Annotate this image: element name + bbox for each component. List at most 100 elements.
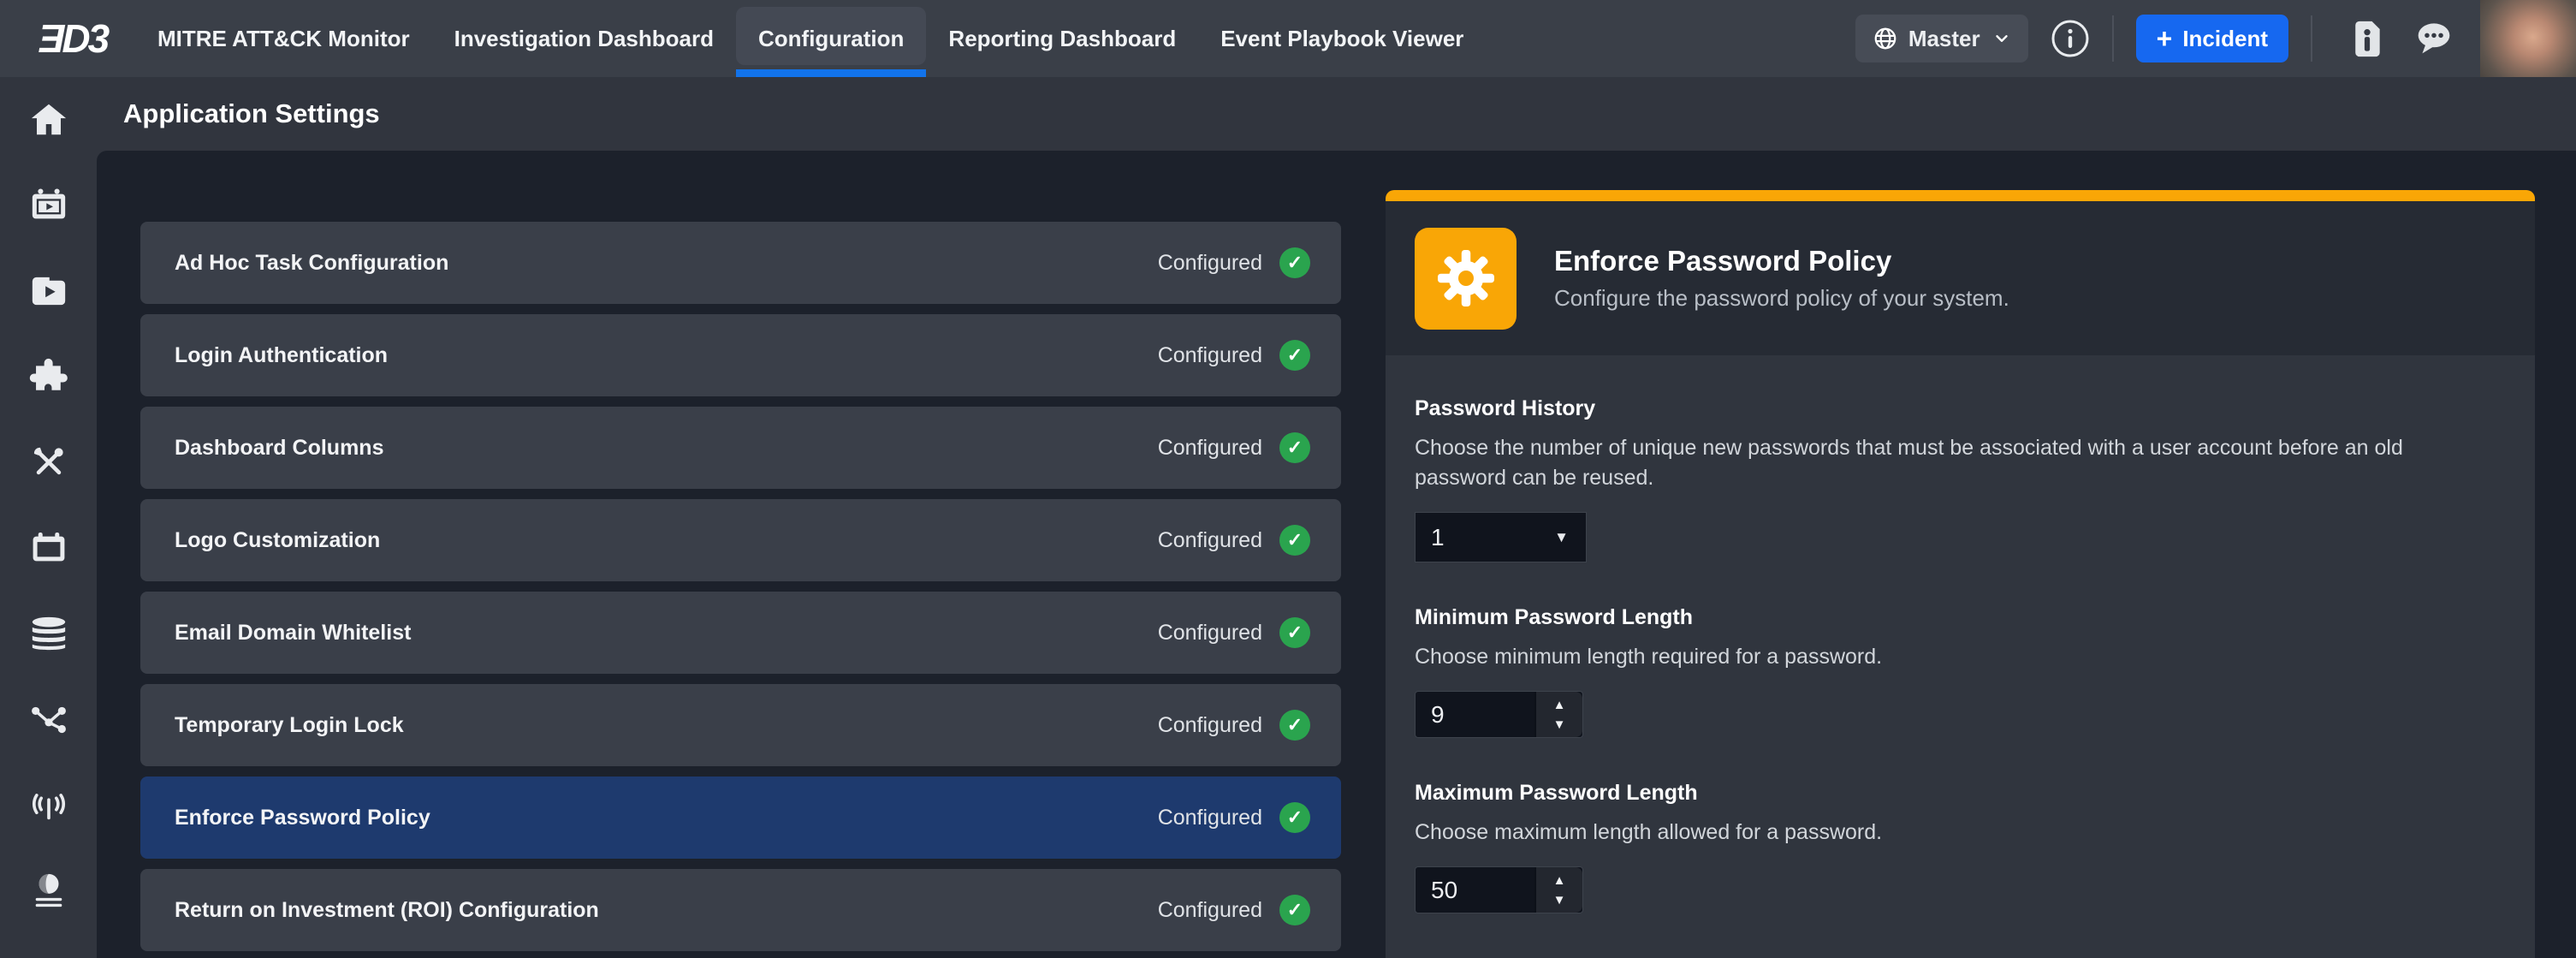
user-avatar[interactable] <box>2480 0 2576 77</box>
release-notes-icon[interactable] <box>2348 18 2386 59</box>
detail-header: Enforce Password Policy Configure the pa… <box>1386 201 2535 355</box>
home-icon[interactable] <box>28 99 69 140</box>
min-password-length-section: Minimum Password Length Choose minimum l… <box>1415 605 2475 738</box>
settings-item-status-group: Configured✓ <box>1158 895 1310 925</box>
spin-up-button[interactable]: ▲ <box>1545 695 1575 715</box>
settings-item-label: Enforce Password Policy <box>175 806 430 830</box>
info-icon[interactable] <box>2051 19 2090 58</box>
settings-item-label: Temporary Login Lock <box>175 713 404 738</box>
configured-check-icon: ✓ <box>1279 432 1310 463</box>
min-password-length-input[interactable]: 9 ▲ ▼ <box>1415 691 1583 738</box>
number-spinner: ▲ ▼ <box>1534 692 1582 737</box>
settings-item-status-group: Configured ✓ <box>1158 525 1310 556</box>
detail-accent-bar <box>1386 190 2535 201</box>
settings-item[interactable]: Email Domain Whitelist Configured✓ <box>140 592 1341 674</box>
integrations-icon[interactable] <box>28 356 69 397</box>
settings-item-label: Email Domain Whitelist <box>175 621 411 646</box>
tab-reporting-dashboard[interactable]: Reporting Dashboard <box>926 0 1198 77</box>
share-icon[interactable] <box>28 699 69 740</box>
setting-detail-card: Enforce Password Policy Configure the pa… <box>1386 190 2535 958</box>
gear-icon <box>1415 228 1517 330</box>
configured-check-icon: ✓ <box>1279 617 1310 648</box>
settings-item[interactable]: Return on Investment (ROI) Configuration… <box>140 869 1341 951</box>
max-password-length-section: Maximum Password Length Choose maximum l… <box>1415 781 2475 913</box>
broadcast-icon[interactable] <box>28 784 69 825</box>
number-value: 50 <box>1416 867 1534 913</box>
calendar-icon[interactable] <box>28 527 69 568</box>
select-value: 1 <box>1431 524 1445 551</box>
tab-configuration[interactable]: Configuration <box>736 0 926 77</box>
main-panel: Ad Hoc Task ConfigurationConfigured✓Logi… <box>97 151 2576 958</box>
status-label: Configured <box>1158 343 1262 368</box>
status-label: Configured <box>1158 528 1262 553</box>
field-description: Choose maximum length allowed for a pass… <box>1415 818 2475 848</box>
password-history-select[interactable]: 1 ▼ <box>1415 512 1587 562</box>
globe-icon <box>1873 26 1898 51</box>
settings-item[interactable]: Ad Hoc Task Configuration Configured ✓ <box>140 222 1341 304</box>
data-icon[interactable] <box>28 613 69 654</box>
field-description: Choose minimum length required for a pas… <box>1415 642 2475 672</box>
status-label: Configured <box>1158 713 1262 738</box>
settings-item-status-group: Configured ✓ <box>1158 340 1310 371</box>
settings-item-status-group: Configured ✓ <box>1158 432 1310 463</box>
configured-check-icon: ✓ <box>1279 802 1310 833</box>
password-history-section: Password History Choose the number of un… <box>1415 396 2475 562</box>
max-password-length-input[interactable]: 50 ▲ ▼ <box>1415 866 1583 913</box>
settings-item[interactable]: Enforce Password Policy Configured ✓ <box>140 777 1341 859</box>
configured-check-icon: ✓ <box>1279 525 1310 556</box>
detail-title: Enforce Password Policy <box>1554 245 2009 277</box>
settings-item[interactable]: Login Authentication Configured ✓ <box>140 314 1341 396</box>
number-spinner: ▲ ▼ <box>1534 867 1582 913</box>
settings-item-label: Return on Investment (ROI) Configuration <box>175 898 599 923</box>
chevron-down-icon <box>1992 29 2011 48</box>
status-label: Configured <box>1158 806 1262 830</box>
configured-check-icon: ✓ <box>1279 895 1310 925</box>
utilities-icon[interactable] <box>28 442 69 483</box>
topbar-actions: Master + Incident <box>1855 0 2576 77</box>
site-selector-label: Master <box>1908 26 1980 52</box>
spin-up-button[interactable]: ▲ <box>1545 871 1575 890</box>
dropdown-arrow-icon: ▼ <box>1554 529 1569 546</box>
settings-item-label: Login Authentication <box>175 343 388 368</box>
plus-icon: + <box>2157 25 2173 52</box>
status-label: Configured <box>1158 436 1262 461</box>
settings-item-label: Logo Customization <box>175 528 380 553</box>
field-label: Maximum Password Length <box>1415 781 2475 806</box>
topbar-divider <box>2311 15 2312 62</box>
tab-investigation-dashboard[interactable]: Investigation Dashboard <box>432 0 736 77</box>
field-description: Choose the number of unique new password… <box>1415 433 2475 493</box>
settings-item-label: Dashboard Columns <box>175 436 383 461</box>
top-navigation-bar: ƎD3 MITRE ATT&CK Monitor Investigation D… <box>0 0 2576 77</box>
site-selector-button[interactable]: Master <box>1855 15 2028 62</box>
field-label: Minimum Password Length <box>1415 605 2475 630</box>
settings-item-label: Ad Hoc Task Configuration <box>175 251 448 276</box>
spin-down-button[interactable]: ▼ <box>1545 715 1575 735</box>
new-incident-button[interactable]: + Incident <box>2136 15 2288 62</box>
status-label: Configured <box>1158 251 1262 276</box>
playbook-icon[interactable] <box>28 271 69 312</box>
settings-item[interactable]: Logo Customization Configured ✓ <box>140 499 1341 581</box>
detail-body: Password History Choose the number of un… <box>1386 355 2535 958</box>
main-nav: MITRE ATT&CK Monitor Investigation Dashb… <box>135 0 1486 77</box>
web-icon[interactable] <box>28 870 69 911</box>
number-value: 9 <box>1416 692 1534 737</box>
event-playbook-icon[interactable] <box>28 185 69 226</box>
tab-event-playbook-viewer[interactable]: Event Playbook Viewer <box>1198 0 1486 77</box>
spin-down-button[interactable]: ▼ <box>1545 890 1575 910</box>
tab-mitre-attack-monitor[interactable]: MITRE ATT&CK Monitor <box>135 0 432 77</box>
topbar-divider <box>2112 15 2114 62</box>
detail-subtitle: Configure the password policy of your sy… <box>1554 285 2009 312</box>
d3-logo[interactable]: ƎD3 <box>26 15 120 62</box>
page-title: Application Settings <box>123 77 380 151</box>
settings-list: Ad Hoc Task ConfigurationConfigured✓Logi… <box>140 222 1341 958</box>
settings-item[interactable]: Temporary Login Lock Configured ✓ <box>140 684 1341 766</box>
settings-item-status-group: Configured ✓ <box>1158 710 1310 741</box>
settings-item-status-group: Configured✓ <box>1158 617 1310 648</box>
configured-check-icon: ✓ <box>1279 247 1310 278</box>
configured-check-icon: ✓ <box>1279 710 1310 741</box>
configured-check-icon: ✓ <box>1279 340 1310 371</box>
settings-item-status-group: Configured ✓ <box>1158 802 1310 833</box>
settings-item[interactable]: Dashboard Columns Configured ✓ <box>140 407 1341 489</box>
field-label: Password History <box>1415 396 2475 421</box>
chat-icon[interactable] <box>2413 20 2454 57</box>
